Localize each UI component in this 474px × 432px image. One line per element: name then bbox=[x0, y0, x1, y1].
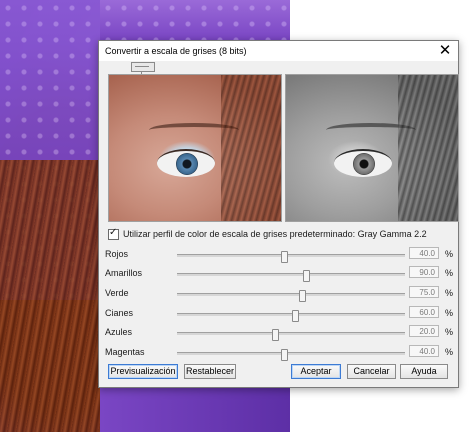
slider-row-rojos: Rojos 40.0 % bbox=[105, 247, 454, 263]
slider-label: Cianes bbox=[105, 308, 134, 318]
slider-row-verde: Verde 75.0 % bbox=[105, 286, 454, 302]
slider-value-field[interactable]: 40.0 bbox=[409, 345, 439, 357]
slider-row-azules: Azules 20.0 % bbox=[105, 325, 454, 341]
gray-profile-checkbox[interactable] bbox=[108, 227, 119, 240]
help-button[interactable]: Ayuda bbox=[400, 364, 448, 379]
dialog-titlebar[interactable]: Convertir a escala de grises (8 bits) ✕ bbox=[99, 41, 458, 61]
gray-profile-option[interactable]: Utilizar perfil de color de escala de gr… bbox=[108, 227, 427, 240]
slider-thumb[interactable] bbox=[272, 329, 279, 341]
purple-lace-veil-top bbox=[100, 0, 290, 40]
slider-value-field[interactable]: 90.0 bbox=[409, 266, 439, 278]
slider-track[interactable] bbox=[177, 290, 405, 302]
percent-unit: % bbox=[445, 308, 454, 318]
close-icon[interactable]: ✕ bbox=[436, 42, 454, 60]
slider-thumb[interactable] bbox=[281, 251, 288, 263]
slider-label: Verde bbox=[105, 288, 129, 298]
slider-row-amarillos: Amarillos 90.0 % bbox=[105, 266, 454, 282]
slider-label: Rojos bbox=[105, 249, 129, 259]
slider-track[interactable] bbox=[177, 349, 405, 361]
cancel-button[interactable]: Cancelar bbox=[347, 364, 396, 379]
slider-thumb[interactable] bbox=[299, 290, 306, 302]
zoom-slider[interactable] bbox=[131, 62, 155, 72]
slider-value-field[interactable]: 40.0 bbox=[409, 247, 439, 259]
slider-thumb[interactable] bbox=[303, 270, 310, 282]
iris bbox=[176, 153, 198, 175]
slider-value-field[interactable]: 75.0 bbox=[409, 286, 439, 298]
gray-profile-label: Utilizar perfil de color de escala de gr… bbox=[123, 229, 427, 239]
grayscale-dialog: Convertir a escala de grises (8 bits) ✕ … bbox=[98, 40, 459, 388]
dialog-title: Convertir a escala de grises (8 bits) bbox=[105, 46, 247, 56]
slider-track[interactable] bbox=[177, 251, 405, 263]
hair-strands bbox=[398, 75, 458, 221]
percent-unit: % bbox=[445, 288, 454, 298]
slider-value-field[interactable]: 20.0 bbox=[409, 325, 439, 337]
slider-label: Magentas bbox=[105, 347, 145, 357]
percent-unit: % bbox=[445, 249, 454, 259]
eye bbox=[157, 149, 215, 177]
slider-value-field[interactable]: 60.0 bbox=[409, 306, 439, 318]
preview-button[interactable]: Previsualización bbox=[108, 364, 178, 379]
eye bbox=[334, 149, 392, 177]
slider-label: Azules bbox=[105, 327, 133, 337]
slider-track[interactable] bbox=[177, 270, 405, 282]
percent-unit: % bbox=[445, 268, 454, 278]
percent-unit: % bbox=[445, 327, 454, 337]
slider-track[interactable] bbox=[177, 329, 405, 341]
slider-track[interactable] bbox=[177, 310, 405, 322]
hair-strands bbox=[221, 75, 281, 221]
grayscale-preview bbox=[285, 74, 459, 222]
slider-row-cianes: Cianes 60.0 % bbox=[105, 306, 454, 322]
red-hair bbox=[0, 160, 100, 432]
reset-button[interactable]: Restablecer bbox=[184, 364, 236, 379]
iris bbox=[353, 153, 375, 175]
slider-thumb[interactable] bbox=[292, 310, 299, 322]
slider-label: Amarillos bbox=[105, 268, 143, 278]
ok-button[interactable]: Aceptar bbox=[291, 364, 341, 379]
original-preview bbox=[108, 74, 282, 222]
percent-unit: % bbox=[445, 347, 454, 357]
slider-thumb[interactable] bbox=[281, 349, 288, 361]
slider-row-magentas: Magentas 40.0 % bbox=[105, 345, 454, 361]
